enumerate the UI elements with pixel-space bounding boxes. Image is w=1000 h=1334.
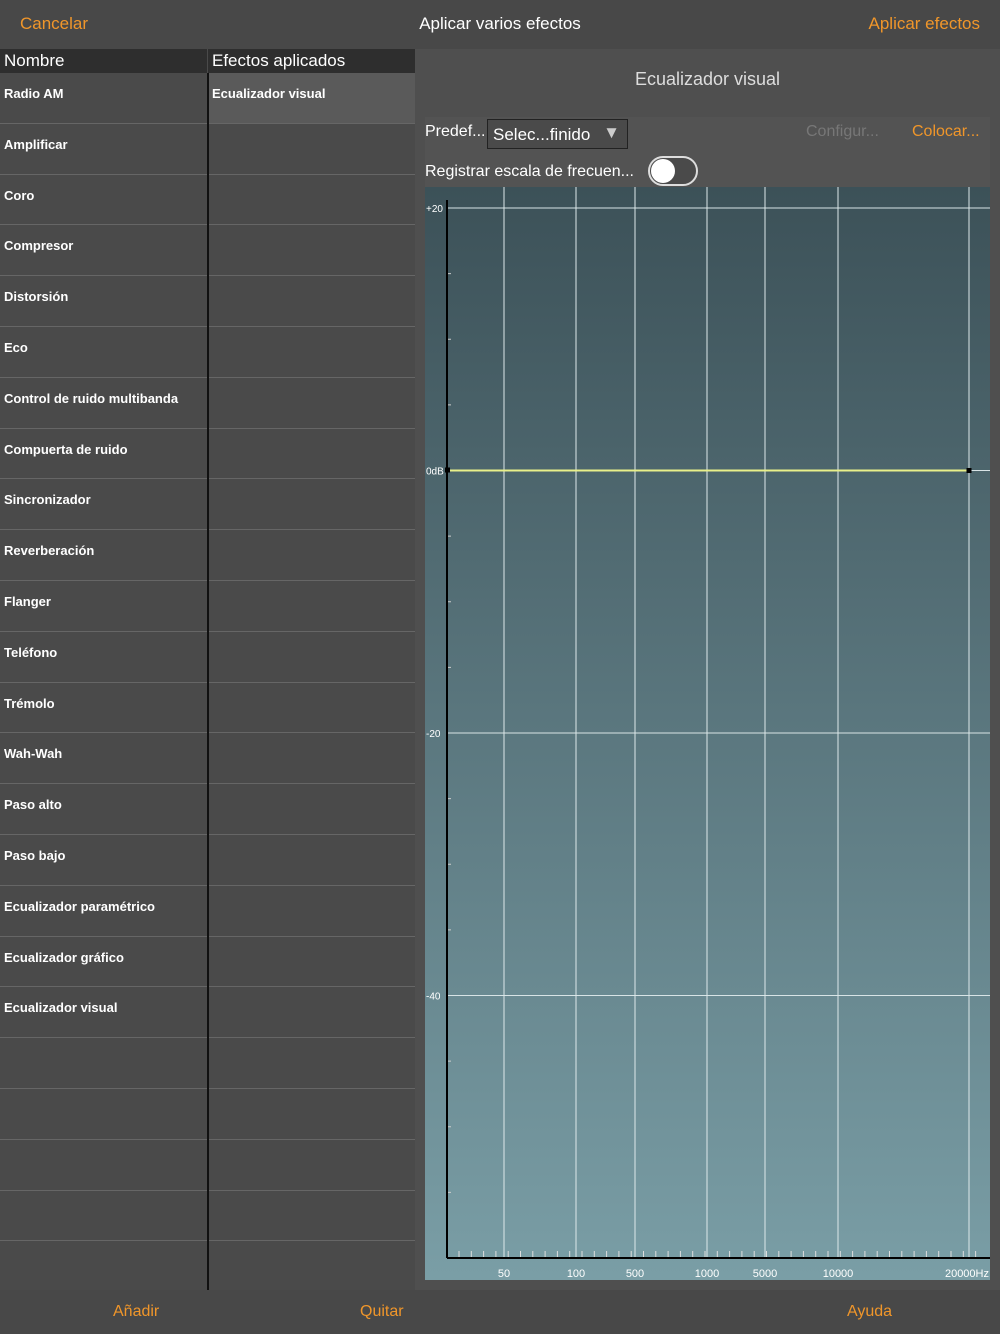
chevron-down-icon: ▼ [603,123,620,142]
effect-item [0,1241,207,1291]
effect-item[interactable]: Compuerta de ruido [0,429,207,479]
applied-effect-item [207,1088,415,1139]
effect-item [0,1038,207,1088]
effect-item[interactable]: Wah-Wah [0,733,207,783]
x-tick-label: 10000 [823,1268,854,1280]
preset-value: Selec...finido [493,125,591,144]
applied-effect-item [207,123,415,174]
x-tick-label: 1000 [695,1268,719,1280]
applied-effect-item [207,834,415,885]
remove-button[interactable]: Quitar [360,1303,404,1321]
y-tick-label: +20 [426,204,443,215]
effect-item[interactable]: Compresor [0,225,207,275]
x-tick-label: 500 [626,1268,644,1280]
applied-effect-item [207,733,415,784]
applied-effect-item [207,1038,415,1088]
applied-effect-item [207,377,415,428]
help-button[interactable]: Ayuda [847,1303,892,1321]
column-header-applied: Efectos aplicados [208,49,415,73]
equalizer-chart[interactable]: +20 0dB -20 -40 50 100 500 1000 5000 10000 20000Hz [425,187,990,1280]
x-tick-label: 50 [498,1268,510,1280]
effect-item[interactable]: Paso alto [0,784,207,834]
applied-effect-item [207,1190,415,1241]
applied-effect-item [207,1241,415,1292]
effect-item[interactable]: Control de ruido multibanda [0,378,207,428]
y-tick-label: 0dB [426,467,444,478]
preset-label: Predef... [425,123,486,140]
y-tick-label: -40 [426,992,441,1003]
log-scale-label: Registrar escala de frecuen... [425,163,634,180]
applied-effect-item [207,580,415,631]
applied-effect-item [207,428,415,479]
applied-effect-item [207,784,415,834]
effect-item[interactable]: Distorsión [0,276,207,326]
x-tick-label: 5000 [753,1268,777,1280]
applied-effect-item [207,631,415,682]
add-button[interactable]: Añadir [113,1303,159,1321]
applied-effect-item [207,225,415,276]
place-button[interactable]: Colocar... [912,123,980,141]
effect-item[interactable]: Teléfono [0,632,207,682]
applied-effect-item [207,276,415,326]
effect-item[interactable]: Radio AM [0,73,207,123]
page-title: Aplicar varios efectos [419,14,581,33]
applied-effect-item[interactable]: Ecualizador visual [207,73,415,123]
effect-item [0,1089,207,1139]
y-tick-label: -20 [426,729,441,740]
x-tick-label: 20000Hz [945,1268,989,1280]
eq-point [445,467,450,473]
effect-item[interactable]: Flanger [0,581,207,631]
applied-effect-item [207,987,415,1038]
x-tick-label: 100 [567,1268,585,1280]
preset-dropdown[interactable]: Selec...finido ▼ [487,119,628,149]
applied-effect-item [207,885,415,936]
effect-item[interactable]: Trémolo [0,683,207,733]
effect-item [0,1191,207,1241]
applied-effect-item [207,1139,415,1190]
effect-title: Ecualizador visual [634,69,781,89]
applied-effect-item [207,936,415,987]
applied-effect-item [207,682,415,733]
column-divider [207,73,209,1290]
effect-item[interactable]: Sincronizador [0,479,207,529]
effect-item[interactable]: Ecualizador gráfico [0,937,207,987]
applied-effect-item [207,174,415,225]
log-scale-toggle[interactable] [648,156,698,186]
applied-effect-item [207,479,415,530]
effect-item[interactable]: Reverberación [0,530,207,580]
configure-button[interactable]: Configur... [806,123,879,141]
column-header-name: Nombre [0,49,207,73]
effect-item[interactable]: Coro [0,175,207,225]
effect-item [0,1140,207,1190]
cancel-button[interactable]: Cancelar [20,14,88,34]
effect-item[interactable]: Amplificar [0,124,207,174]
effect-item[interactable]: Eco [0,327,207,377]
effect-item[interactable]: Ecualizador visual [0,987,207,1037]
applied-effect-item [207,530,415,580]
bottom-bar: Añadir Quitar Ayuda [0,1290,1000,1334]
effect-item[interactable]: Paso bajo [0,835,207,885]
eq-point [966,468,972,473]
effect-item[interactable]: Ecualizador paramétrico [0,886,207,936]
applied-effect-item [207,326,415,377]
top-bar: Cancelar Aplicar varios efectos Aplicar … [0,0,1000,49]
apply-effects-button[interactable]: Aplicar efectos [869,14,981,34]
